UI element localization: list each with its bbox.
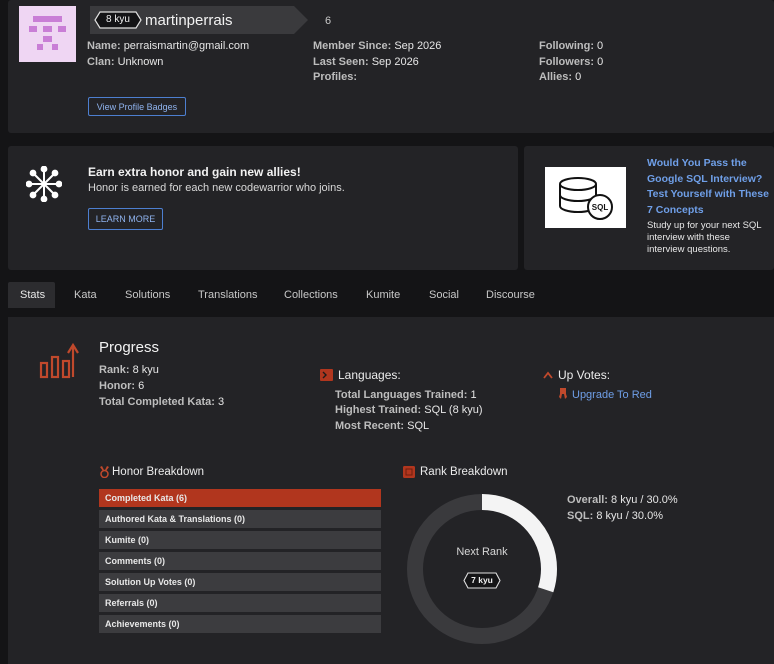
username: martinperrais <box>145 12 233 29</box>
sql-label: SQL: <box>567 510 594 522</box>
database-icon: SQL <box>559 177 613 220</box>
followers-label: Followers: <box>539 56 595 68</box>
tab-discourse[interactable]: Discourse <box>486 282 535 308</box>
most-recent-value: SQL <box>407 420 430 432</box>
rank-square-icon <box>403 466 415 478</box>
following-value[interactable]: 0 <box>597 40 603 52</box>
avatar-identicon-icon <box>29 16 66 50</box>
honor-label: Honor: <box>99 380 136 392</box>
promo-title: Earn extra honor and gain new allies! <box>88 165 301 179</box>
rank-breakdown-title: Rank Breakdown <box>420 466 508 478</box>
tab-collections[interactable]: Collections <box>284 282 338 308</box>
completed-kata-label: Total Completed Kata: <box>99 396 215 408</box>
honor-value: 6 <box>138 380 145 392</box>
progress-chart-icon <box>39 342 79 379</box>
name-label: Name: <box>87 40 121 52</box>
breakdown-authored-kata[interactable]: Authored Kata & Translations (0) <box>99 510 381 528</box>
breakdown-referrals[interactable]: Referrals (0) <box>99 594 381 612</box>
breakdown-comments[interactable]: Comments (0) <box>99 552 381 570</box>
promo-text: Honor is earned for each new codewarrior… <box>88 182 345 194</box>
tab-kata[interactable]: Kata <box>74 282 97 308</box>
clan-label: Clan: <box>87 56 115 68</box>
honor-breakdown-title: Honor Breakdown <box>112 466 205 478</box>
highest-trained-value: SQL (8 kyu) <box>424 404 483 416</box>
ribbon-icon <box>559 388 567 399</box>
ad-image-text: SQL <box>592 203 609 212</box>
rank-badge: 8 kyu <box>94 11 142 29</box>
languages-trained-label: Total Languages Trained: <box>335 389 468 401</box>
followers-value[interactable]: 0 <box>597 56 603 68</box>
honor-count: 6 <box>325 15 332 27</box>
highest-trained-label: Highest Trained: <box>335 404 422 416</box>
member-since-value: Sep 2026 <box>394 40 442 52</box>
progress-title: Progress <box>99 339 160 356</box>
ad-title-line: Google SQL Interview? <box>647 172 763 185</box>
profile-panel: 8 kyu martinperrais 6 Name: perraismarti… <box>8 0 774 133</box>
network-star-icon <box>26 166 62 202</box>
next-rank-badge-label: 7 kyu <box>471 575 493 585</box>
ad-body: Study up for your next SQL interview wit… <box>647 220 762 256</box>
view-profile-badges-button[interactable]: View Profile Badges <box>88 97 186 116</box>
upgrade-to-red-link[interactable]: Upgrade To Red <box>572 389 652 401</box>
name-value: perraismartin@gmail.com <box>123 40 250 52</box>
breakdown-solution-upvotes[interactable]: Solution Up Votes (0) <box>99 573 381 591</box>
next-rank-badge: 7 kyu <box>463 572 501 589</box>
tab-translations[interactable]: Translations <box>198 282 258 308</box>
ad-title-line: 7 Concepts <box>647 203 704 216</box>
overall-label: Overall: <box>567 494 608 506</box>
rank-value: 8 kyu <box>132 364 159 376</box>
next-rank-label: Next Rank <box>456 546 508 558</box>
clan-value: Unknown <box>117 56 164 68</box>
allies-label: Allies: <box>539 71 573 83</box>
tab-social[interactable]: Social <box>429 282 459 308</box>
ad-title-line: Would You Pass the <box>647 157 747 169</box>
ad-image[interactable]: SQL <box>545 167 626 228</box>
terminal-icon <box>320 369 333 381</box>
chevron-up-icon <box>543 371 553 379</box>
member-since-label: Member Since: <box>313 40 392 52</box>
completed-kata-value: 3 <box>217 396 225 408</box>
breakdown-achievements[interactable]: Achievements (0) <box>99 615 381 633</box>
tab-solutions[interactable]: Solutions <box>125 282 170 308</box>
last-seen-value: Sep 2026 <box>371 56 419 68</box>
avatar[interactable] <box>19 6 76 62</box>
ad-body-line: interview questions. <box>647 244 731 255</box>
sql-value: 8 kyu / 30.0% <box>596 510 663 522</box>
promo-panel: Earn extra honor and gain new allies! Ho… <box>8 146 518 270</box>
ad-panel[interactable]: SQL Would You Pass the Google SQL Interv… <box>524 146 774 270</box>
allies-value[interactable]: 0 <box>575 71 581 83</box>
breakdown-kumite[interactable]: Kumite (0) <box>99 531 381 549</box>
upvotes-title: Up Votes: <box>558 368 611 382</box>
most-recent-label: Most Recent: <box>335 420 405 432</box>
ad-body-line: interview with these <box>647 232 730 243</box>
rank-label: Rank: <box>99 364 130 376</box>
overall-value: 8 kyu / 30.0% <box>611 494 678 506</box>
ad-title[interactable]: Would You Pass the Google SQL Interview?… <box>647 156 769 218</box>
breakdown-completed-kata[interactable]: Completed Kata (6) <box>99 489 381 507</box>
learn-more-button[interactable]: LEARN MORE <box>88 208 163 230</box>
ad-title-line: Test Yourself with These <box>647 188 769 200</box>
tab-stats[interactable]: Stats <box>20 282 45 308</box>
following-label: Following: <box>539 40 594 52</box>
ad-body-line: Study up for your next SQL <box>647 220 762 231</box>
rank-progress-ring <box>407 494 557 644</box>
languages-trained-value: 1 <box>470 389 477 401</box>
medal-icon <box>100 466 109 478</box>
languages-title: Languages: <box>338 368 401 382</box>
rank-badge-label: 8 kyu <box>106 14 130 25</box>
tab-kumite[interactable]: Kumite <box>366 282 400 308</box>
last-seen-label: Last Seen: <box>313 56 369 68</box>
profiles-label: Profiles: <box>313 71 358 83</box>
